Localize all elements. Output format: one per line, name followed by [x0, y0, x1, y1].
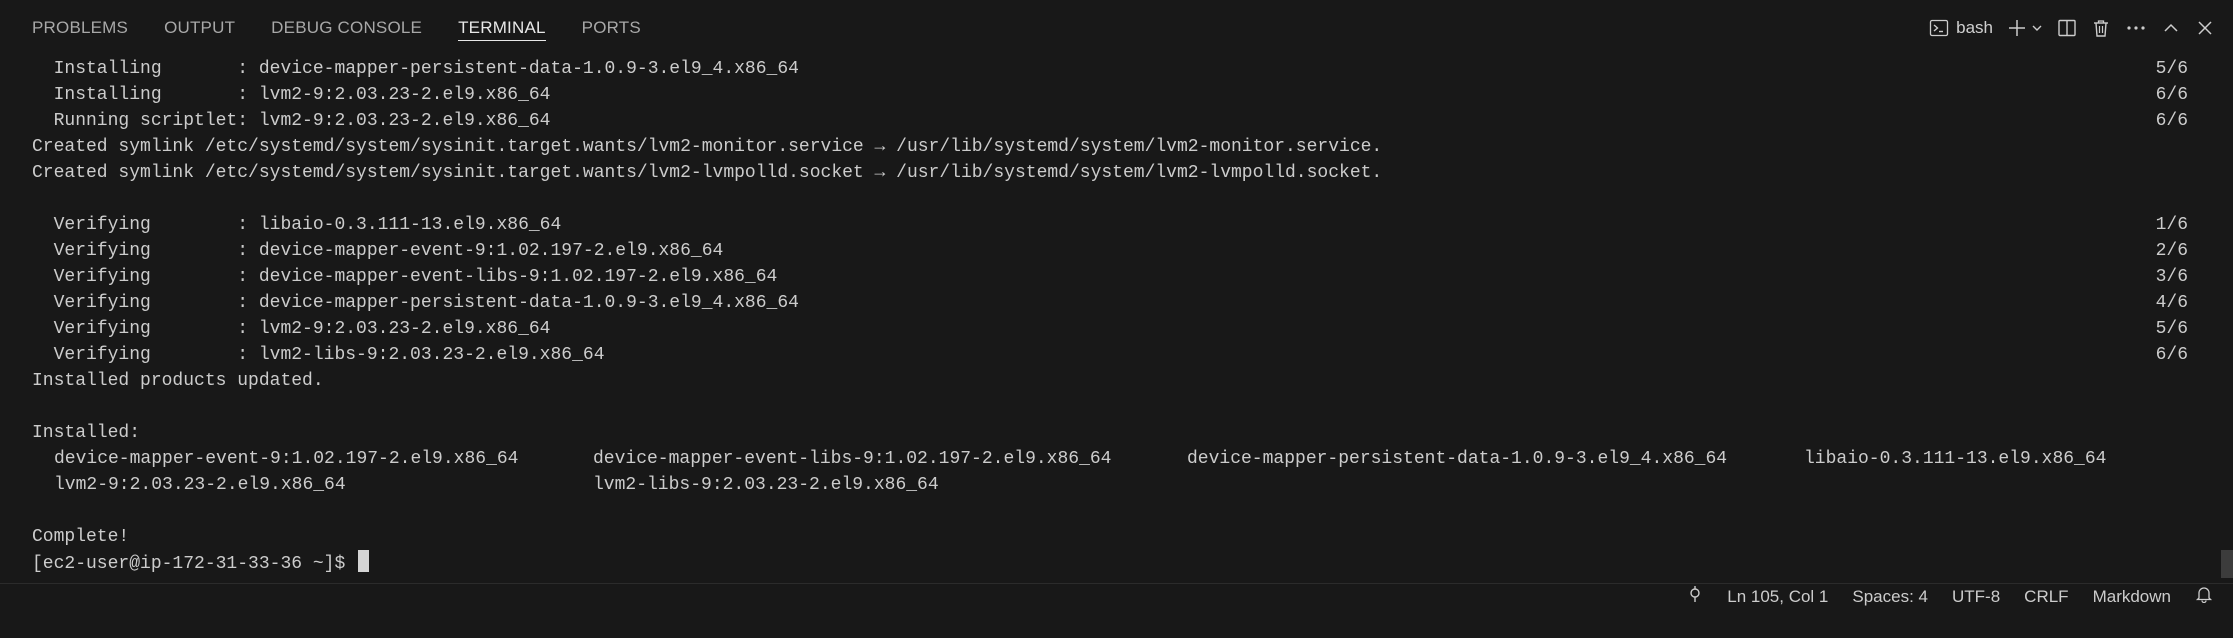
terminal-output[interactable]: Installing : device-mapper-persistent-da… — [0, 55, 2233, 583]
terminal-line-progress: 2/6 — [2155, 241, 2188, 261]
terminal-prompt: [ec2-user@ip-172-31-33-36 ~]$ — [32, 554, 357, 574]
close-icon — [2195, 18, 2215, 38]
terminal-line: Created symlink /etc/systemd/system/sysi… — [32, 163, 1383, 183]
installed-package: device-mapper-event-libs-9:1.02.197-2.el… — [593, 449, 1112, 469]
status-cursor-position[interactable]: Ln 105, Col 1 — [1727, 587, 1828, 607]
terminal-line: Complete! — [32, 527, 130, 547]
terminal-line: Verifying : lvm2-libs-9:2.03.23-2.el9.x8… — [32, 345, 605, 365]
split-icon — [2057, 18, 2077, 38]
status-eol[interactable]: CRLF — [2024, 587, 2068, 607]
status-language-mode[interactable]: Markdown — [2093, 587, 2171, 607]
terminal-line-progress: 3/6 — [2155, 267, 2188, 287]
terminal-icon — [1929, 18, 1949, 38]
installed-package: device-mapper-persistent-data-1.0.9-3.el… — [1187, 449, 1728, 469]
maximize-panel-button[interactable] — [2161, 13, 2181, 43]
panel-actions: bash — [1915, 0, 2215, 55]
terminal-scrollbar[interactable] — [2221, 550, 2233, 578]
location-pin-icon — [1687, 585, 1703, 608]
terminal-line-progress: 6/6 — [2155, 345, 2188, 365]
terminal-prompt-line[interactable]: [ec2-user@ip-172-31-33-36 ~]$ — [32, 550, 370, 576]
terminal-line-progress: 6/6 — [2155, 111, 2188, 131]
terminal-line: Verifying : device-mapper-event-libs-9:1… — [32, 267, 778, 287]
terminal-gutter — [0, 110, 3, 638]
more-icon — [2125, 18, 2147, 38]
shell-label: bash — [1956, 17, 1993, 37]
chevron-up-icon — [2161, 18, 2181, 38]
terminal-line: Installed products updated. — [32, 371, 324, 391]
status-sync[interactable] — [1687, 585, 1703, 608]
split-terminal-button[interactable] — [2057, 13, 2077, 43]
terminal-line-progress: 5/6 — [2155, 319, 2188, 339]
installed-package: lvm2-9:2.03.23-2.el9.x86_64 — [54, 475, 346, 495]
installed-package: libaio-0.3.111-13.el9.x86_64 — [1804, 449, 2107, 469]
status-bar: Ln 105, Col 1 Spaces: 4 UTF-8 CRLF Markd… — [0, 583, 2233, 609]
tab-terminal[interactable]: TERMINAL — [458, 0, 546, 55]
terminal-line: Installing : lvm2-9:2.03.23-2.el9.x86_64 — [32, 85, 551, 105]
new-terminal-button[interactable] — [2007, 13, 2043, 43]
terminal-cursor — [358, 550, 370, 572]
status-notifications[interactable] — [2195, 585, 2213, 608]
kill-terminal-button[interactable] — [2091, 13, 2111, 43]
chevron-down-icon[interactable] — [2031, 22, 2043, 34]
terminal-line: Installing : device-mapper-persistent-da… — [32, 59, 799, 79]
terminal-line: Running scriptlet: lvm2-9:2.03.23-2.el9.… — [32, 111, 551, 131]
tab-output[interactable]: OUTPUT — [164, 0, 235, 55]
tab-ports[interactable]: PORTS — [582, 0, 641, 55]
tab-problems[interactable]: PROBLEMS — [32, 0, 128, 55]
bell-icon — [2195, 585, 2213, 608]
installed-package: device-mapper-event-9:1.02.197-2.el9.x86… — [54, 449, 519, 469]
terminal-line: Installed: — [32, 423, 141, 443]
terminal-line-progress: 4/6 — [2155, 293, 2188, 313]
terminal-line-progress: 6/6 — [2155, 85, 2188, 105]
terminal-line: Verifying : lvm2-9:2.03.23-2.el9.x86_64 — [32, 319, 551, 339]
close-panel-button[interactable] — [2195, 13, 2215, 43]
status-encoding[interactable]: UTF-8 — [1952, 587, 2000, 607]
more-actions-button[interactable] — [2125, 13, 2147, 43]
installed-package: lvm2-libs-9:2.03.23-2.el9.x86_64 — [593, 475, 939, 495]
trash-icon — [2091, 18, 2111, 38]
panel-tabs: PROBLEMS OUTPUT DEBUG CONSOLE TERMINAL P… — [0, 0, 677, 55]
status-indentation[interactable]: Spaces: 4 — [1852, 587, 1928, 607]
terminal-shell-selector[interactable]: bash — [1929, 13, 1993, 43]
terminal-line: Created symlink /etc/systemd/system/sysi… — [32, 137, 1383, 157]
panel-header: PROBLEMS OUTPUT DEBUG CONSOLE TERMINAL P… — [0, 0, 2233, 55]
terminal-line-progress: 1/6 — [2155, 215, 2188, 235]
tab-debug-console[interactable]: DEBUG CONSOLE — [271, 0, 422, 55]
terminal-line: Verifying : libaio-0.3.111-13.el9.x86_64 — [32, 215, 562, 235]
terminal-line-progress: 5/6 — [2155, 59, 2188, 79]
plus-icon — [2007, 18, 2027, 38]
terminal-line: Verifying : device-mapper-persistent-dat… — [32, 293, 799, 313]
terminal-line: Verifying : device-mapper-event-9:1.02.1… — [32, 241, 724, 261]
